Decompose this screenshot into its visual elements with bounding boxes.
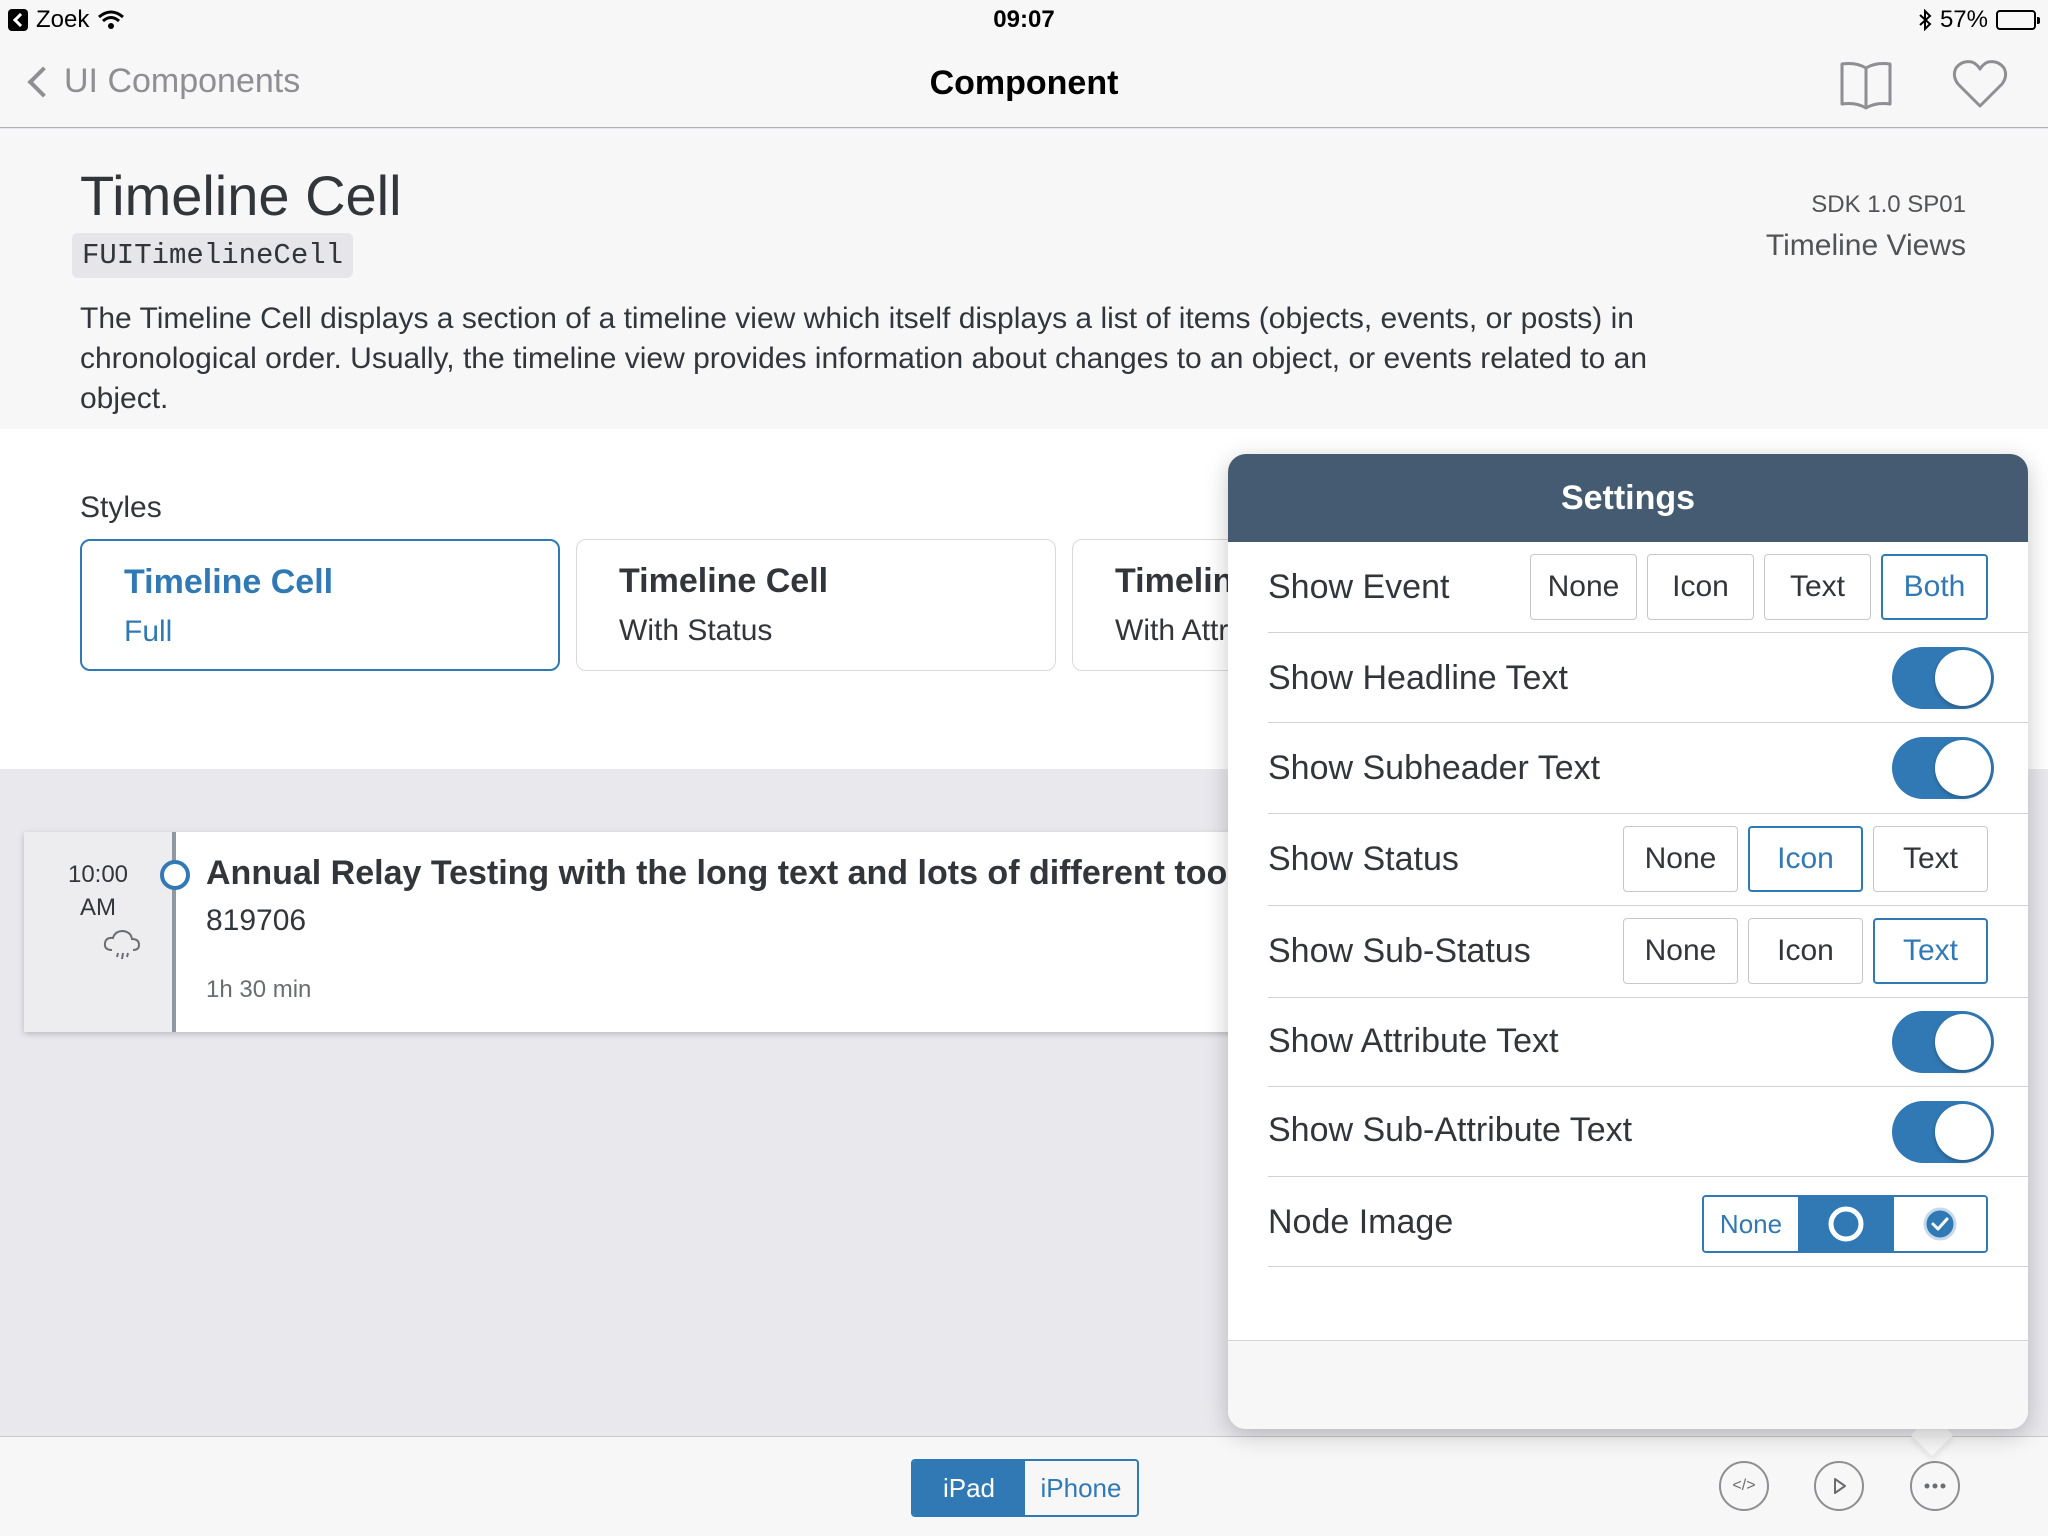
back-button[interactable]: UI Components (22, 62, 300, 101)
component-title: Timeline Cell (80, 164, 402, 227)
show-status-options: None Icon Text (1623, 826, 1988, 892)
subheader-toggle[interactable] (1892, 737, 1994, 799)
event-time: 10:00 (67, 861, 129, 888)
heart-icon[interactable] (1950, 56, 2010, 112)
option-text[interactable]: Text (1873, 918, 1988, 984)
sdk-version: SDK 1.0 SP01 (1811, 191, 1966, 218)
style-card-title: Timeline Cell (619, 562, 829, 600)
cloud-rain-icon (103, 929, 141, 960)
code-icon: </> (1732, 1477, 1756, 1494)
toggle-knob (1935, 1014, 1991, 1070)
headline-toggle[interactable] (1892, 647, 1994, 709)
chevron-left-icon (27, 65, 59, 98)
device-segmented-control[interactable]: iPad iPhone (911, 1459, 1139, 1517)
setting-label: Show Sub-Status (1268, 932, 1531, 970)
setting-node-image: Node Image None (1268, 1177, 2028, 1267)
book-icon[interactable] (1836, 56, 1896, 112)
show-event-options: None Icon Text Both (1530, 554, 1988, 620)
setting-show-attribute: Show Attribute Text (1268, 998, 2028, 1087)
timeline-duration: 1h 30 min (206, 976, 312, 1003)
battery-percent: 57% (1939, 6, 1988, 33)
component-header: Timeline Cell FUITimelineCell SDK 1.0 SP… (0, 129, 2048, 429)
settings-popover: Settings Show Event None Icon Text Both … (1228, 454, 2028, 1429)
segment-ipad[interactable]: iPad (913, 1461, 1025, 1515)
setting-label: Show Sub-Attribute Text (1268, 1111, 1633, 1149)
back-button-label: UI Components (64, 62, 301, 100)
component-class-name: FUITimelineCell (72, 233, 354, 278)
timeline-cell-preview[interactable]: 10:00 AM Annual Relay Testing with the l… (24, 832, 1274, 1032)
option-none[interactable]: None (1623, 918, 1738, 984)
show-sub-status-options: None Icon Text (1623, 918, 1988, 984)
styles-label: Styles (80, 491, 162, 524)
style-card-subtitle: Full (124, 615, 173, 648)
setting-label: Show Attribute Text (1268, 1022, 1559, 1060)
option-icon[interactable]: Icon (1647, 554, 1754, 620)
setting-label: Show Subheader Text (1268, 749, 1601, 787)
setting-label: Node Image (1268, 1203, 1454, 1241)
node-image-segmented-control[interactable]: None (1702, 1195, 1988, 1253)
timeline-time: 10:00 AM (24, 858, 172, 924)
bluetooth-icon (1919, 9, 1932, 31)
node-option-check-circle[interactable] (1892, 1197, 1986, 1251)
more-button[interactable] (1910, 1461, 1960, 1511)
status-bar: Zoek 09:07 57% (0, 0, 2048, 40)
option-none[interactable]: None (1623, 826, 1738, 892)
popover-footer (1228, 1340, 2028, 1429)
navigation-bar: UI Components Component (0, 40, 2048, 128)
option-text[interactable]: Text (1873, 826, 1988, 892)
timeline-subheadline: 819706 (206, 904, 307, 937)
option-icon[interactable]: Icon (1748, 826, 1863, 892)
page-title: Component (929, 64, 1119, 102)
option-icon[interactable]: Icon (1748, 918, 1863, 984)
attribute-toggle[interactable] (1892, 1011, 1994, 1073)
settings-title: Settings (1228, 454, 2028, 542)
setting-show-subheader: Show Subheader Text (1268, 723, 2028, 814)
setting-show-sub-status: Show Sub-Status None Icon Text (1268, 906, 2028, 998)
setting-label: Show Status (1268, 840, 1459, 878)
play-button[interactable] (1814, 1461, 1864, 1511)
toggle-knob (1935, 1104, 1991, 1160)
option-none[interactable]: None (1530, 554, 1637, 620)
setting-show-status: Show Status None Icon Text (1268, 814, 2028, 906)
option-both[interactable]: Both (1881, 554, 1988, 620)
bottom-toolbar: iPad iPhone </> (0, 1436, 2048, 1536)
code-button[interactable]: </> (1719, 1461, 1769, 1511)
style-card-with-status[interactable]: Timeline Cell With Status (576, 539, 1056, 671)
setting-label: Show Event (1268, 568, 1450, 606)
battery-icon (1996, 10, 2040, 30)
sub-attribute-toggle[interactable] (1892, 1101, 1994, 1163)
timeline-node-icon (160, 860, 190, 890)
component-category: Timeline Views (1765, 229, 1966, 262)
setting-show-headline: Show Headline Text (1268, 633, 2028, 723)
node-option-none[interactable]: None (1704, 1197, 1798, 1251)
more-icon (1924, 1483, 1946, 1489)
status-right: 57% (1918, 6, 2040, 34)
setting-show-sub-attribute: Show Sub-Attribute Text (1268, 1087, 2028, 1177)
open-circle-icon (1828, 1206, 1864, 1242)
play-icon (1834, 1478, 1846, 1494)
option-text[interactable]: Text (1764, 554, 1871, 620)
style-card-title: Timeline Cell (124, 563, 334, 601)
style-card-full[interactable]: Timeline Cell Full (80, 539, 560, 671)
setting-label: Show Headline Text (1268, 659, 1568, 697)
toggle-knob (1935, 650, 1991, 706)
component-description: The Timeline Cell displays a section of … (80, 302, 1648, 415)
timeline-headline: Annual Relay Testing with the long text … (206, 854, 1256, 892)
event-ampm: AM (80, 894, 116, 921)
status-time: 09:07 (993, 6, 1055, 33)
segment-iphone[interactable]: iPhone (1025, 1461, 1137, 1515)
toggle-knob (1935, 740, 1991, 796)
node-option-open-circle[interactable] (1798, 1197, 1892, 1251)
setting-show-event: Show Event None Icon Text Both (1268, 542, 2028, 633)
check-circle-icon (1923, 1207, 1957, 1241)
style-card-subtitle: With Status (619, 614, 773, 647)
